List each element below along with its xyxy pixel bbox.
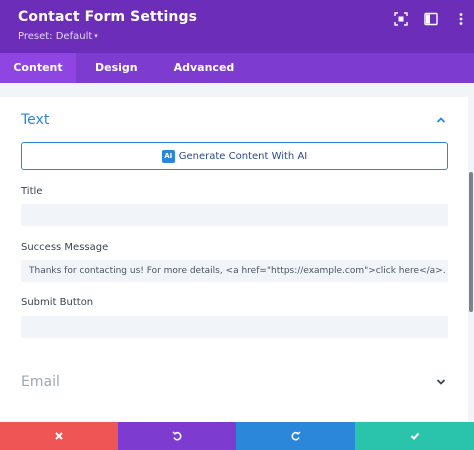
tab-content[interactable]: Content — [0, 53, 76, 83]
redo-icon — [291, 431, 300, 441]
chevron-up-icon[interactable] — [436, 116, 446, 124]
checkmark-icon — [410, 432, 419, 440]
ai-icon: AI — [161, 149, 175, 163]
title-field-label: Title — [21, 186, 43, 197]
panel-header: Contact Form Settings Preset: Default ▾ — [0, 0, 474, 53]
redo-button[interactable] — [236, 422, 355, 450]
next-section-partial — [0, 404, 468, 422]
undo-icon — [172, 431, 182, 441]
tab-design[interactable]: Design — [76, 53, 156, 83]
generate-ai-button[interactable]: AI Generate Content With AI — [21, 142, 448, 170]
footer-actions — [0, 422, 474, 450]
panel-title: Contact Form Settings — [18, 9, 198, 25]
email-section — [0, 362, 468, 402]
email-section-title[interactable]: Email — [21, 374, 60, 390]
chevron-down-icon[interactable] — [436, 378, 446, 386]
focus-icon[interactable] — [394, 12, 408, 26]
title-input[interactable] — [21, 204, 448, 226]
discard-button[interactable] — [0, 422, 118, 450]
preset-caret-icon: ▾ — [94, 32, 98, 40]
generate-ai-label: Generate Content With AI — [178, 150, 308, 162]
split-view-icon[interactable] — [424, 12, 438, 26]
undo-button[interactable] — [118, 422, 236, 450]
tab-advanced[interactable]: Advanced — [156, 53, 253, 83]
save-button[interactable] — [355, 422, 474, 450]
contact-form-settings-panel: Contact Form Settings Preset: Default ▾ C… — [0, 0, 474, 450]
text-section-title[interactable]: Text — [21, 112, 49, 128]
submit-button-input[interactable] — [21, 316, 448, 338]
scrollbar-thumb[interactable] — [469, 172, 473, 312]
close-icon — [55, 432, 63, 440]
preset-selector[interactable]: Preset: Default ▾ — [18, 31, 98, 42]
success-message-input[interactable]: Thanks for contacting us! For more detai… — [21, 260, 448, 282]
preset-label: Preset: Default — [18, 31, 93, 42]
more-icon[interactable] — [454, 12, 468, 26]
settings-tabs: Content Design Advanced — [0, 53, 474, 83]
submit-button-label: Submit Button — [21, 297, 94, 308]
success-message-label: Success Message — [21, 242, 109, 253]
